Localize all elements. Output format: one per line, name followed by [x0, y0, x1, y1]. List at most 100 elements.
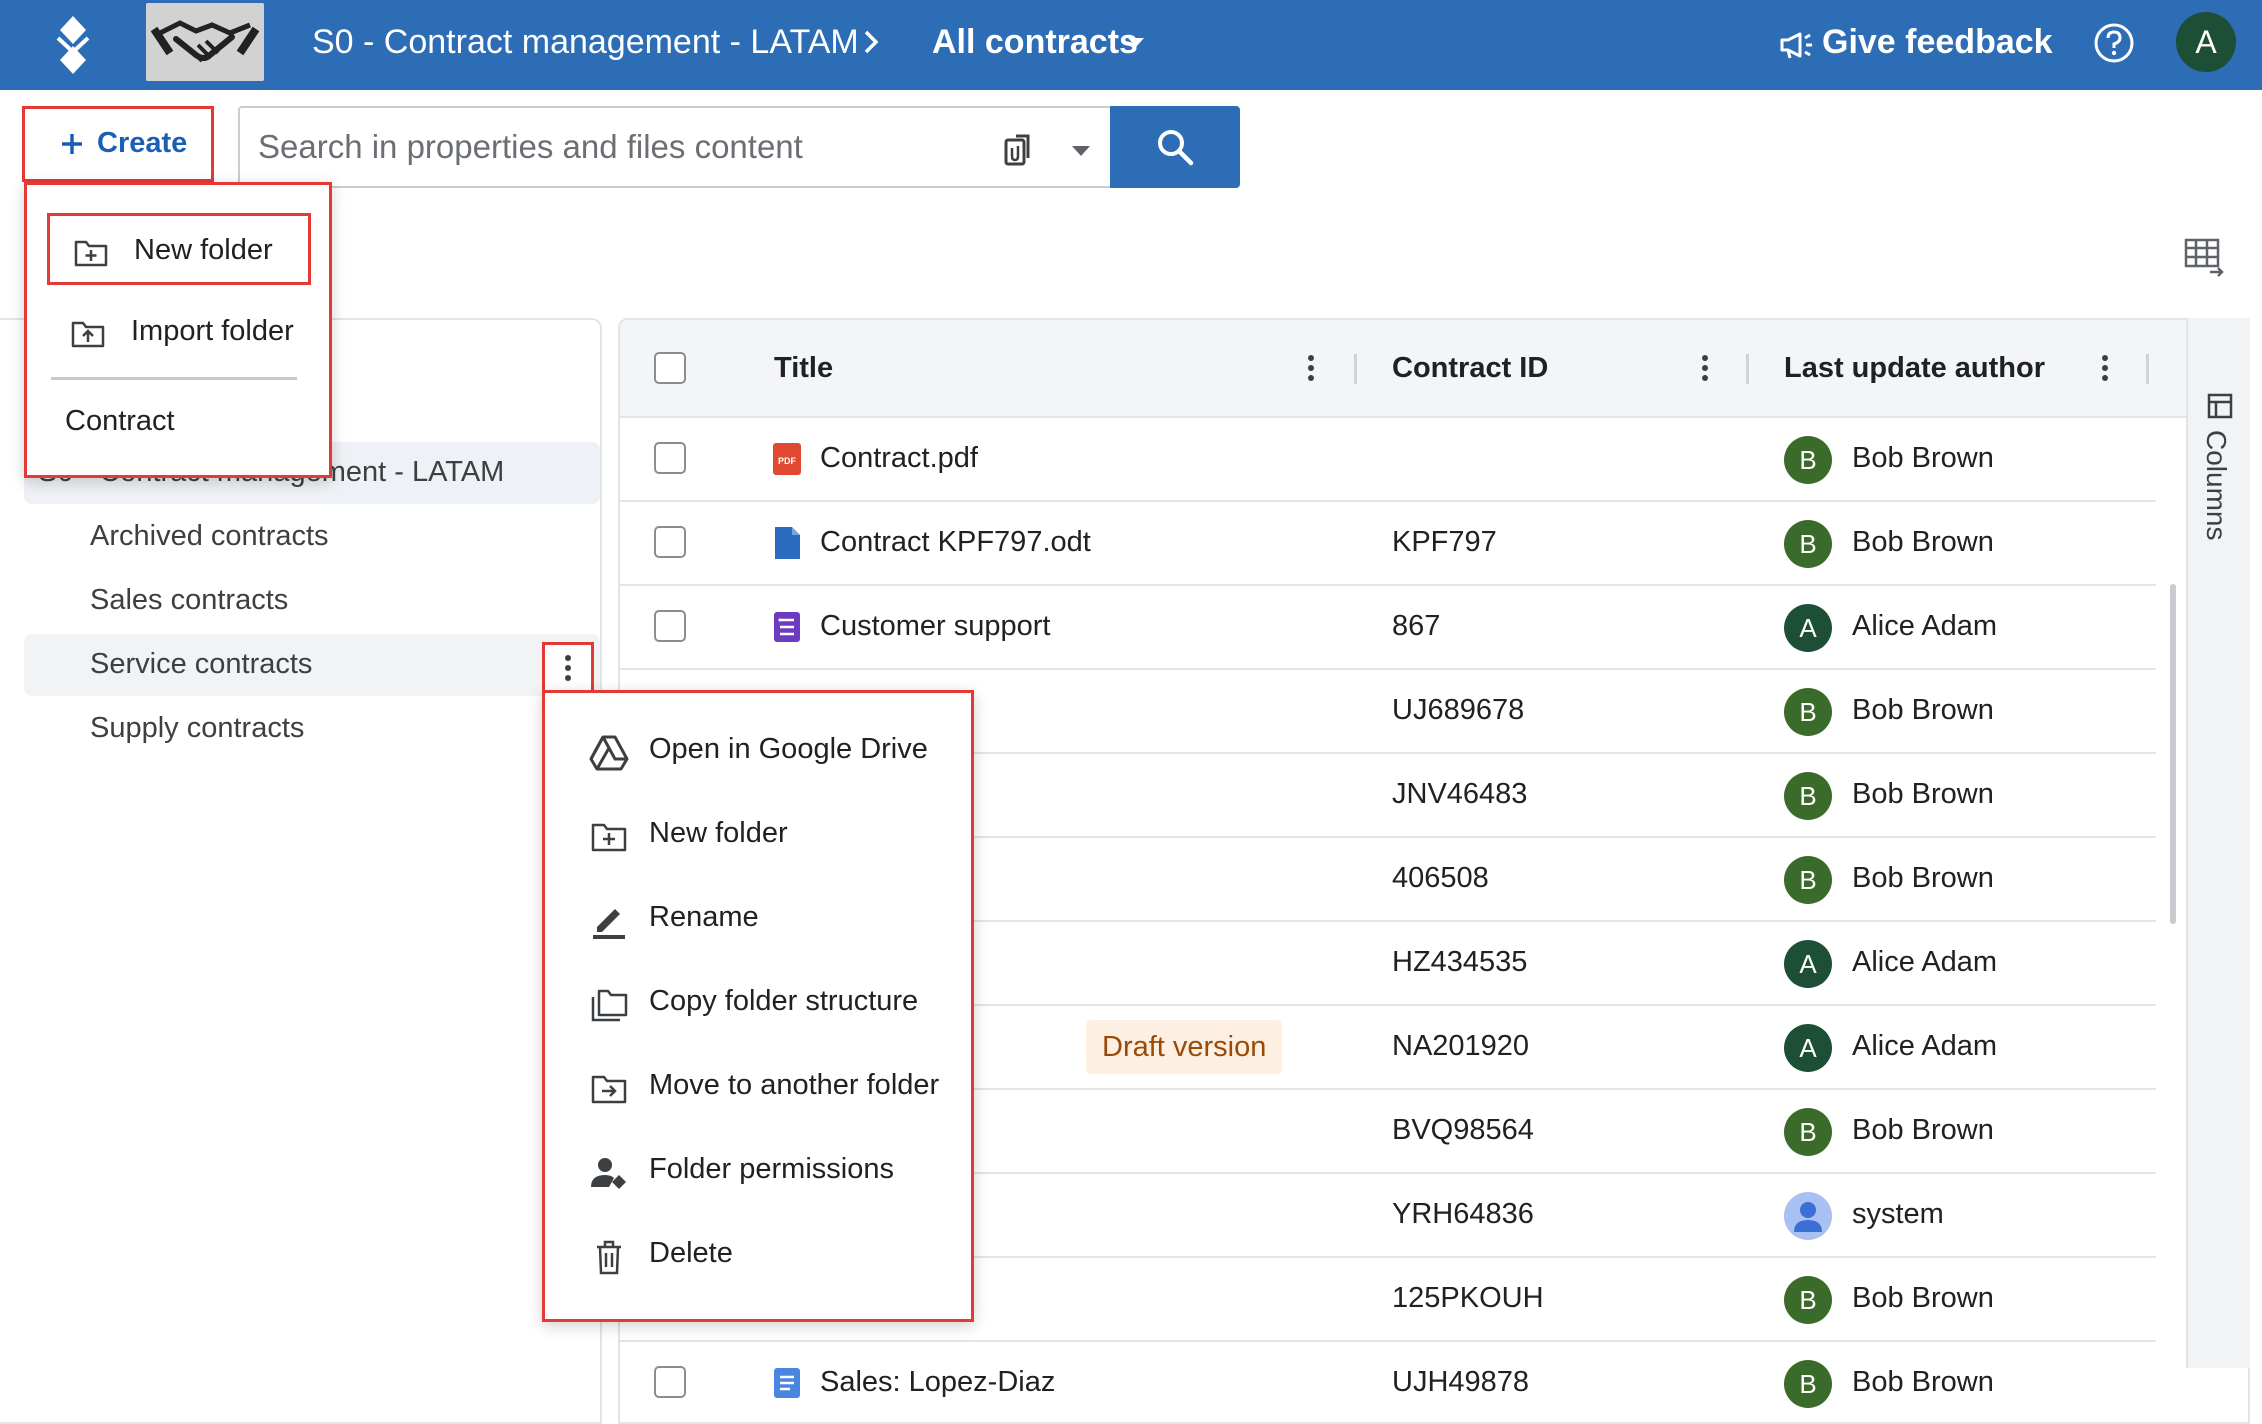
- row-author: Bob Brown: [1852, 694, 1994, 726]
- menu-item-delete[interactable]: Delete: [545, 1213, 971, 1297]
- columns-side-panel[interactable]: Columns: [2186, 318, 2250, 1368]
- menu-item-move-folder[interactable]: Move to another folder: [545, 1045, 971, 1129]
- row-contract-id: BVQ98564: [1392, 1114, 1534, 1146]
- row-title[interactable]: Contract.pdf: [820, 442, 978, 475]
- megaphone-icon[interactable]: [1776, 24, 1816, 64]
- columns-icon: [2206, 392, 2234, 420]
- row-contract-id: JNV46483: [1392, 778, 1528, 810]
- select-all-checkbox[interactable]: [654, 352, 686, 384]
- menu-item-import-folder[interactable]: Import folder: [47, 297, 311, 369]
- column-menu-icon[interactable]: [2100, 350, 2110, 386]
- row-contract-id: UJ689678: [1392, 694, 1525, 726]
- folder-more-button[interactable]: [542, 642, 594, 694]
- menu-item-label: Copy folder structure: [649, 985, 919, 1017]
- tree-item-sales[interactable]: Sales contracts: [24, 570, 600, 632]
- column-title[interactable]: Title: [774, 352, 833, 385]
- row-title[interactable]: Sales: Lopez-Diaz: [820, 1366, 1055, 1399]
- row-author: Alice Adam: [1852, 1030, 1998, 1062]
- avatar: B: [1784, 1360, 1832, 1408]
- row-author: Bob Brown: [1852, 1282, 1994, 1314]
- menu-item-label: Import folder: [131, 315, 294, 347]
- handshake-logo-icon: [146, 3, 264, 81]
- menu-item-copy-folder-structure[interactable]: Copy folder structure: [545, 961, 971, 1045]
- column-resize-handle[interactable]: [1746, 354, 1749, 384]
- table-row[interactable]: PDF Contract.pdf B Bob Brown: [620, 418, 2156, 502]
- tree-item-service[interactable]: Service contracts: [24, 634, 600, 696]
- row-author: Bob Brown: [1852, 1114, 1994, 1146]
- avatar: B: [1784, 856, 1832, 904]
- help-icon[interactable]: [2092, 21, 2136, 65]
- avatar: A: [1784, 604, 1832, 652]
- search-button[interactable]: [1110, 106, 1240, 188]
- view-selector[interactable]: All contracts: [932, 20, 1138, 64]
- column-menu-icon[interactable]: [1700, 350, 1710, 386]
- row-title[interactable]: Customer support: [820, 610, 1051, 643]
- create-button[interactable]: Create: [22, 106, 214, 182]
- menu-item-label: New folder: [134, 234, 273, 266]
- menu-item-label: Delete: [649, 1237, 733, 1269]
- row-checkbox[interactable]: [654, 1366, 686, 1398]
- caret-down-icon[interactable]: [1070, 144, 1092, 158]
- user-avatar[interactable]: A: [2176, 12, 2236, 72]
- table-settings-icon[interactable]: [2182, 234, 2226, 278]
- folder-context-menu: Open in Google Drive New folder Rename C…: [542, 690, 974, 1322]
- row-checkbox[interactable]: [654, 610, 686, 642]
- menu-item-open-google-drive[interactable]: Open in Google Drive: [545, 709, 971, 793]
- row-author: system: [1852, 1198, 1944, 1230]
- system-avatar-icon: [1784, 1192, 1832, 1240]
- chevron-right-icon: [856, 26, 886, 58]
- avatar: A: [1784, 940, 1832, 988]
- row-author: Alice Adam: [1852, 946, 1998, 978]
- row-author: Bob Brown: [1852, 778, 1994, 810]
- tree-item-archived[interactable]: Archived contracts: [24, 506, 600, 568]
- column-resize-handle[interactable]: [1354, 354, 1357, 384]
- workspace-title[interactable]: S0 - Contract management - LATAM: [312, 20, 859, 64]
- file-attachment-icon[interactable]: [998, 128, 1038, 168]
- menu-item-new-folder[interactable]: New folder: [545, 793, 971, 877]
- avatar: B: [1784, 1276, 1832, 1324]
- column-menu-icon[interactable]: [1306, 350, 1316, 386]
- row-contract-id: 406508: [1392, 862, 1489, 894]
- row-checkbox[interactable]: [654, 442, 686, 474]
- row-author: Bob Brown: [1852, 862, 1994, 894]
- table-row[interactable]: Contract KPF797.odt KPF797 B Bob Brown: [620, 502, 2156, 586]
- column-last-update-author[interactable]: Last update author: [1784, 352, 2045, 385]
- row-contract-id: KPF797: [1392, 526, 1497, 558]
- caret-down-icon[interactable]: [1126, 36, 1146, 50]
- row-author: Bob Brown: [1852, 442, 1994, 474]
- menu-item-label: Move to another folder: [649, 1069, 940, 1101]
- scrollbar[interactable]: [2170, 584, 2176, 924]
- avatar: B: [1784, 1108, 1832, 1156]
- tree-item-label: Sales contracts: [90, 584, 289, 616]
- table-row[interactable]: Sales: Lopez-Diaz UJH49878 B Bob Brown: [620, 1342, 2156, 1422]
- document-icon: [772, 526, 802, 560]
- tree-item-supply[interactable]: Supply contracts: [24, 698, 600, 760]
- menu-item-label: Folder permissions: [649, 1153, 894, 1185]
- avatar: A: [1784, 1024, 1832, 1072]
- row-contract-id: 125PKOUH: [1392, 1282, 1544, 1314]
- folder-import-icon: [71, 319, 105, 349]
- folder-tree-panel: S0 - Contract management - LATAM Archive…: [0, 318, 602, 1424]
- column-contract-id[interactable]: Contract ID: [1392, 352, 1548, 385]
- menu-item-label: Open in Google Drive: [649, 733, 928, 765]
- folder-move-icon: [589, 1069, 629, 1109]
- menu-item-rename[interactable]: Rename: [545, 877, 971, 961]
- row-contract-id: 867: [1392, 610, 1441, 642]
- app-logo-icon[interactable]: [50, 14, 96, 76]
- row-title[interactable]: Contract KPF797.odt: [820, 526, 1091, 559]
- tree-item-label: Archived contracts: [90, 520, 329, 552]
- table-row[interactable]: Customer support 867 A Alice Adam: [620, 586, 2156, 670]
- row-checkbox[interactable]: [654, 526, 686, 558]
- give-feedback-link[interactable]: Give feedback: [1822, 20, 2053, 64]
- menu-item-contract[interactable]: Contract: [65, 405, 175, 438]
- columns-label: Columns: [2201, 430, 2232, 541]
- folder-plus-icon: [74, 238, 108, 268]
- row-contract-id: YRH64836: [1392, 1198, 1534, 1230]
- search-input[interactable]: Search in properties and files content: [238, 106, 1112, 188]
- menu-item-new-folder[interactable]: New folder: [47, 213, 311, 285]
- menu-item-folder-permissions[interactable]: Folder permissions: [545, 1129, 971, 1213]
- tree-item-label: Supply contracts: [90, 712, 305, 744]
- doc-lines-icon: [772, 1366, 802, 1400]
- column-resize-handle[interactable]: [2146, 354, 2149, 384]
- svg-text:PDF: PDF: [778, 456, 797, 466]
